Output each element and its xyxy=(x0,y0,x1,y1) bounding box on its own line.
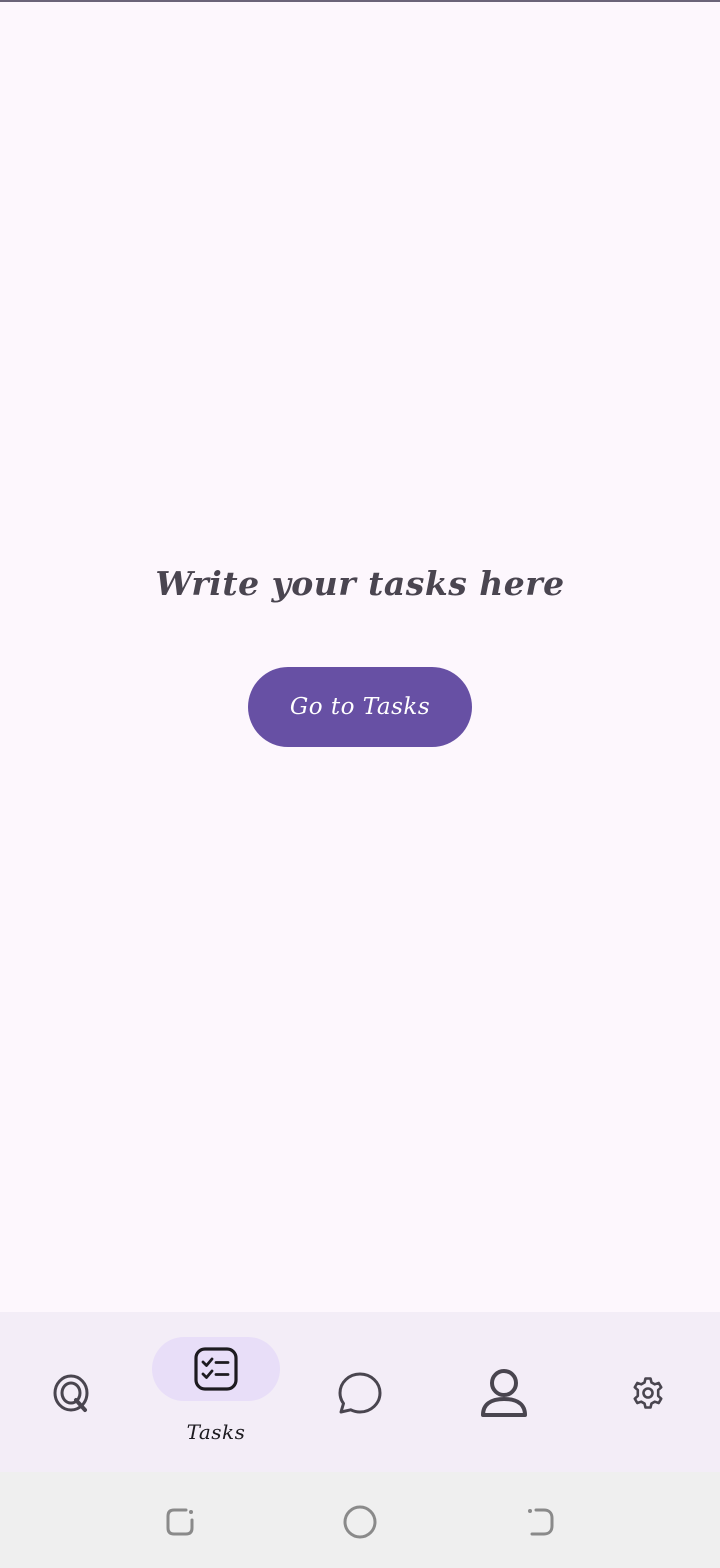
nav-item-profile[interactable] xyxy=(432,1312,576,1472)
bottom-navigation-bar: Tasks xyxy=(0,1312,720,1472)
nav-label-tasks: Tasks xyxy=(186,1420,246,1444)
gear-icon xyxy=(631,1376,665,1410)
nav-item-settings[interactable] xyxy=(576,1312,720,1472)
chat-bubble-icon xyxy=(336,1370,384,1418)
empty-state-headline: Write your tasks here xyxy=(155,564,565,603)
go-to-tasks-button[interactable]: Go to Tasks xyxy=(248,667,472,747)
person-icon xyxy=(478,1367,530,1419)
back-icon[interactable] xyxy=(518,1500,562,1544)
system-navigation-bar xyxy=(0,1472,720,1568)
main-content: Write your tasks here Go to Tasks xyxy=(0,2,720,1312)
nav-item-tasks[interactable]: Tasks xyxy=(144,1312,288,1472)
nav-item-chat[interactable] xyxy=(288,1312,432,1472)
quote-q-icon xyxy=(50,1372,94,1416)
home-icon[interactable] xyxy=(338,1500,382,1544)
checklist-icon xyxy=(193,1346,239,1392)
recent-apps-icon[interactable] xyxy=(158,1500,202,1544)
nav-item-quotes[interactable] xyxy=(0,1312,144,1472)
